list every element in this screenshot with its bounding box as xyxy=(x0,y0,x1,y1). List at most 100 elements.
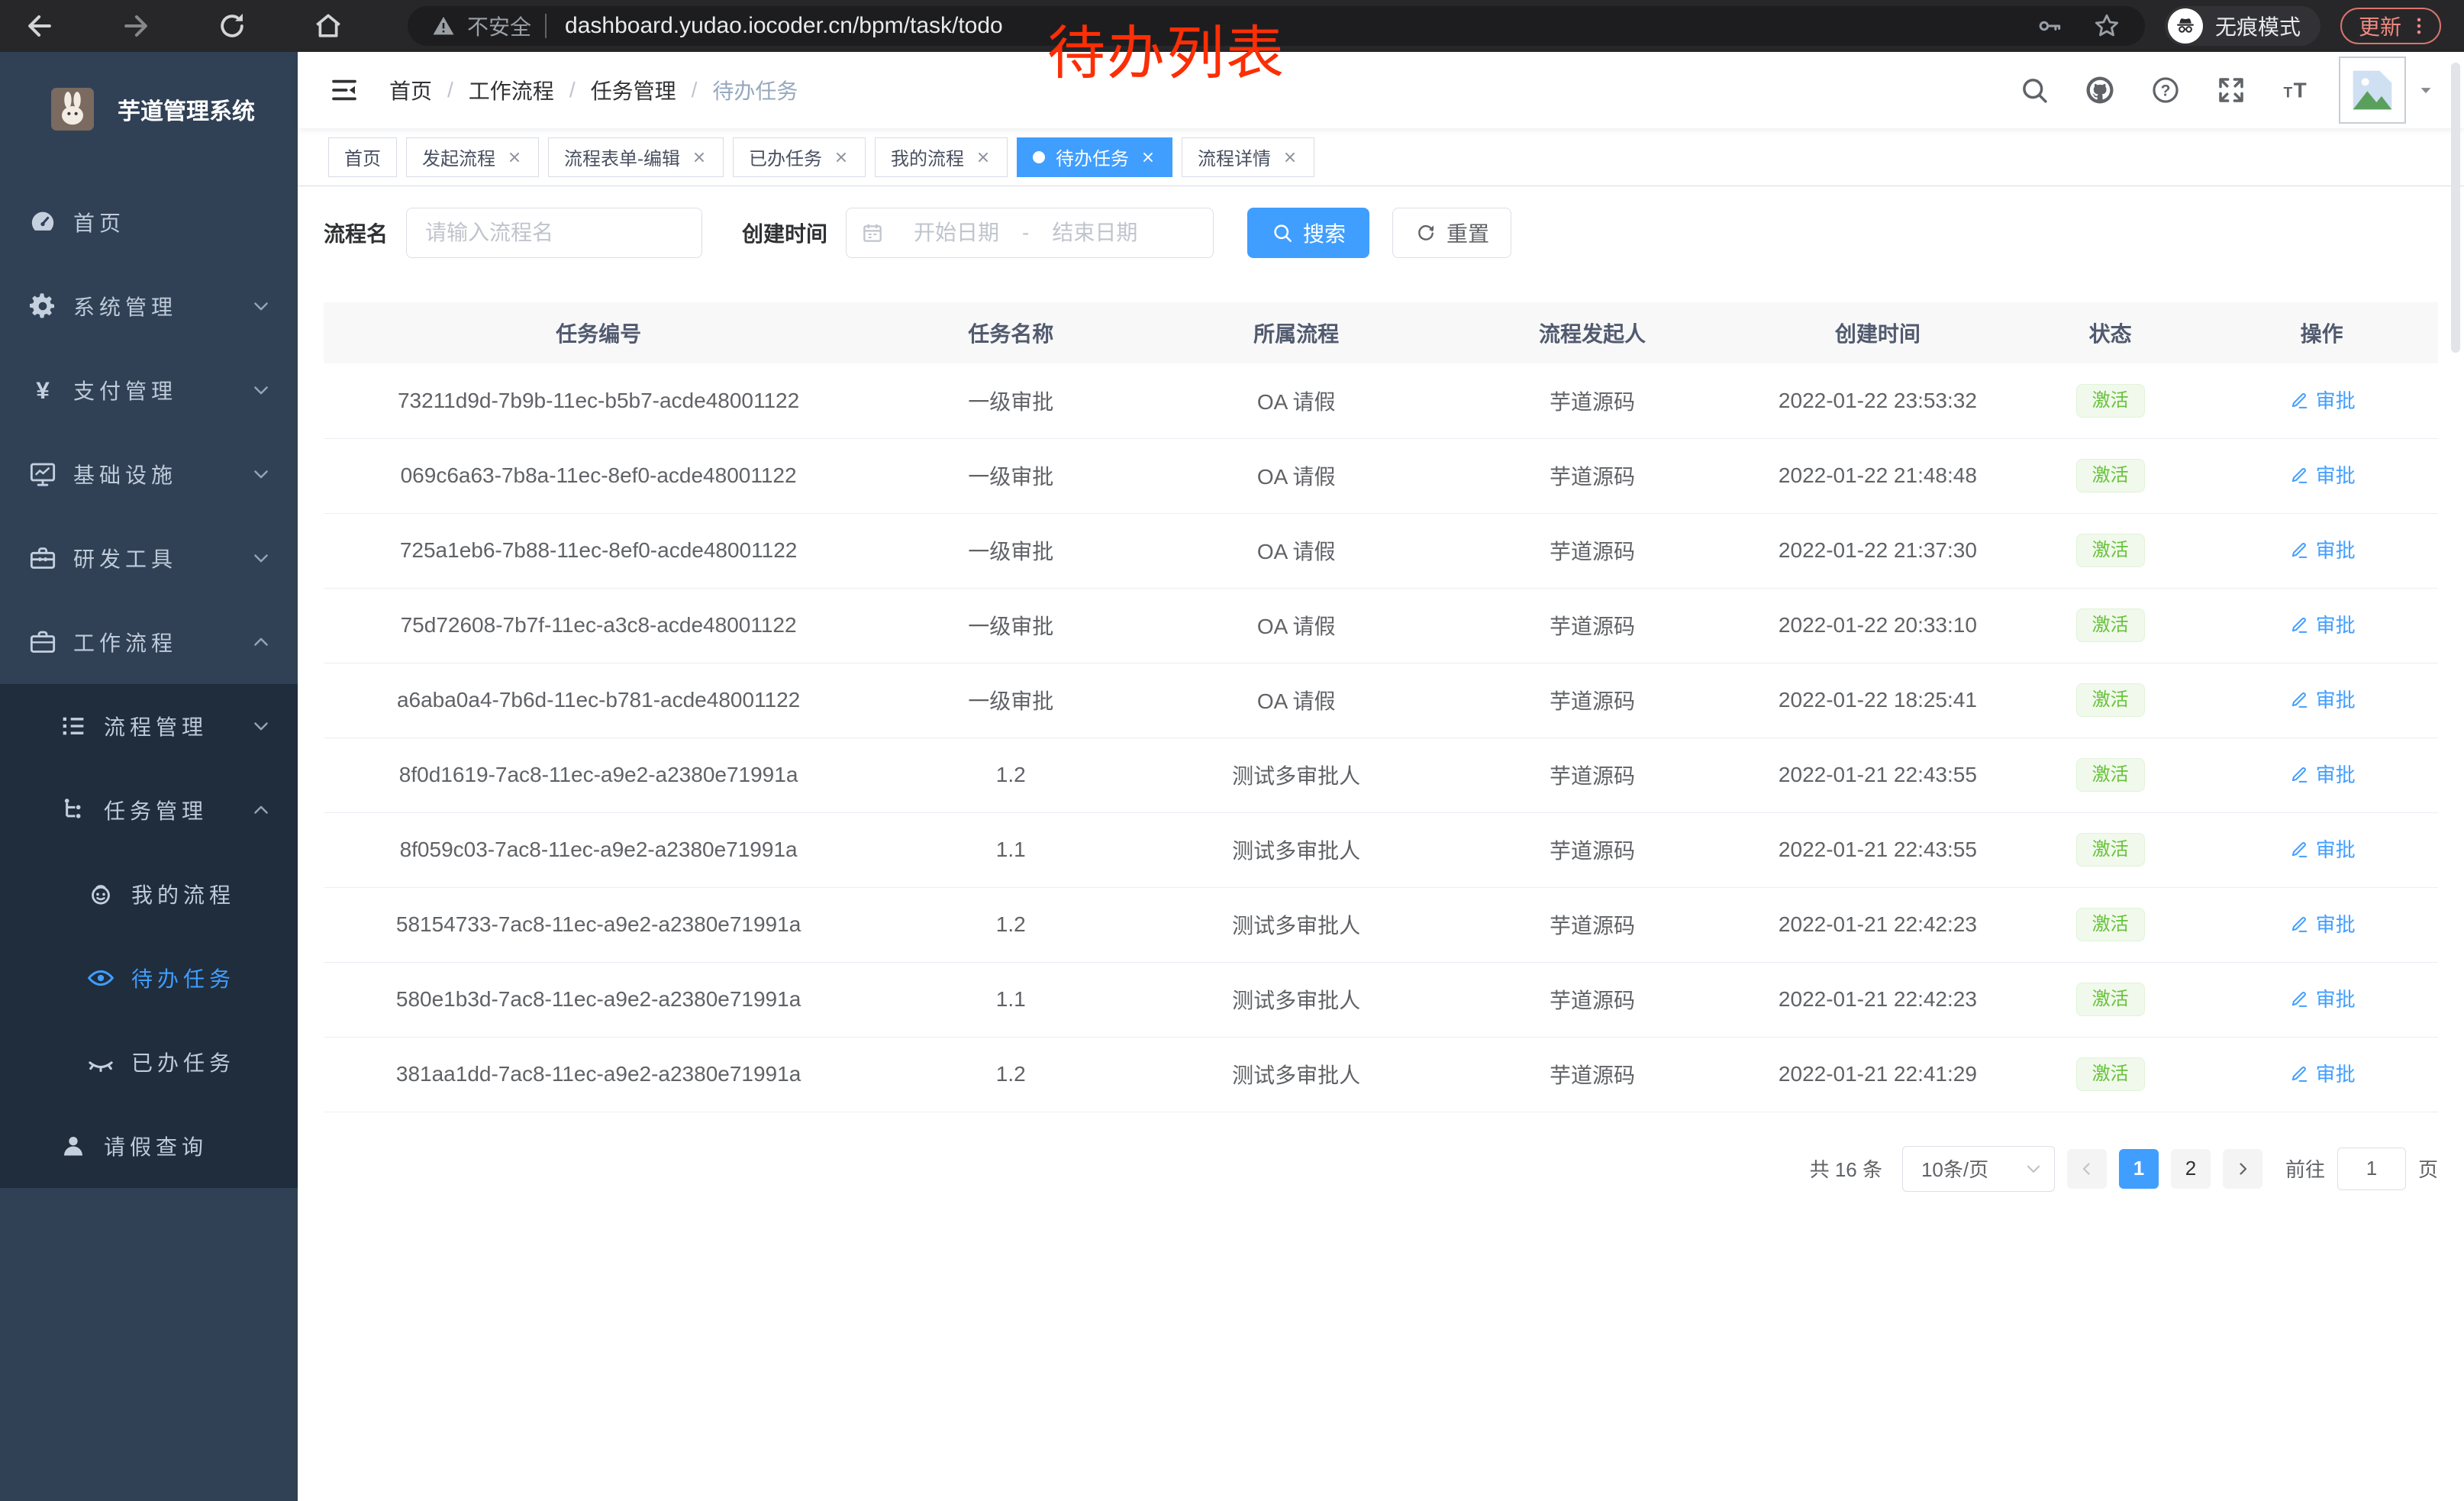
browser-back-button[interactable] xyxy=(23,9,56,43)
close-icon[interactable] xyxy=(975,149,992,166)
close-icon[interactable] xyxy=(1282,149,1298,166)
sidebar-item-label: 首页 xyxy=(73,207,125,237)
sidebar-item-home[interactable]: 首页 xyxy=(0,180,298,264)
goto-page-input[interactable] xyxy=(2337,1148,2406,1190)
table-row: 73211d9d-7b9b-11ec-b5b7-acde48001122一级审批… xyxy=(324,363,2438,438)
sidebar-item-system[interactable]: 系统管理 xyxy=(0,264,298,348)
task-name-cell: 一级审批 xyxy=(873,588,1148,663)
sidebar-item-payment[interactable]: ¥支付管理 xyxy=(0,348,298,432)
breadcrumb-separator: / xyxy=(447,78,453,102)
sidebar-item-process-mgmt[interactable]: 流程管理 xyxy=(0,684,298,768)
browser-home-button[interactable] xyxy=(311,9,345,43)
browser-forward-button[interactable] xyxy=(119,9,153,43)
approve-action-link[interactable]: 审批 xyxy=(2288,386,2356,414)
tab-process-detail[interactable]: 流程详情 xyxy=(1182,137,1314,177)
monitor-icon xyxy=(27,459,58,489)
breadcrumb-item[interactable]: 工作流程 xyxy=(469,75,554,105)
approve-action-link[interactable]: 审批 xyxy=(2288,685,2356,713)
tab-home[interactable]: 首页 xyxy=(328,137,397,177)
font-size-icon[interactable]: TT xyxy=(2281,74,2313,106)
approve-action-link[interactable]: 审批 xyxy=(2288,610,2356,638)
breadcrumb-current: 待办任务 xyxy=(712,75,798,105)
task-starter-cell: 芋道源码 xyxy=(1444,588,1740,663)
task-id-cell: 75d72608-7b7f-11ec-a3c8-acde48001122 xyxy=(324,588,873,663)
approve-action-link[interactable]: 审批 xyxy=(2288,984,2356,1012)
browser-reload-button[interactable] xyxy=(215,9,249,43)
tab-start-process[interactable]: 发起流程 xyxy=(406,137,539,177)
avatar[interactable] xyxy=(2339,56,2406,124)
task-process-cell: OA 请假 xyxy=(1148,513,1444,588)
bookmark-star-icon[interactable] xyxy=(2091,11,2122,41)
avatar-caret-down-icon[interactable] xyxy=(2415,79,2437,101)
status-cell: 激活 xyxy=(2015,663,2205,738)
close-icon[interactable] xyxy=(833,149,850,166)
approve-action-link[interactable]: 审批 xyxy=(2288,1059,2356,1087)
app-logo-row[interactable]: 芋道管理系统 xyxy=(0,52,298,166)
sidebar-item-done-task[interactable]: 已办任务 xyxy=(0,1020,298,1104)
sidebar-item-workflow[interactable]: 工作流程 xyxy=(0,600,298,684)
end-date-input[interactable] xyxy=(1034,221,1156,245)
search-icon xyxy=(1271,221,1294,244)
table-row: 58154733-7ac8-11ec-a9e2-a2380e71991a1.2测… xyxy=(324,887,2438,962)
next-page-button[interactable] xyxy=(2223,1149,2262,1189)
sidebar-item-my-process[interactable]: 我的流程 xyxy=(0,852,298,936)
browser-update-button[interactable]: 更新 xyxy=(2340,8,2441,44)
tab-form-edit[interactable]: 流程表单-编辑 xyxy=(548,137,724,177)
page-button-2[interactable]: 2 xyxy=(2171,1149,2211,1189)
fullscreen-icon[interactable] xyxy=(2215,74,2247,106)
close-icon[interactable] xyxy=(506,149,523,166)
scrollbar-thumb[interactable] xyxy=(2451,63,2460,353)
process-name-input[interactable] xyxy=(406,208,702,258)
task-starter-cell: 芋道源码 xyxy=(1444,887,1740,962)
search-button[interactable]: 搜索 xyxy=(1247,208,1369,258)
sidebar-item-label: 系统管理 xyxy=(73,291,177,321)
sidebar-item-task-mgmt[interactable]: 任务管理 xyxy=(0,768,298,852)
approve-action-link[interactable]: 审批 xyxy=(2288,535,2356,563)
goto-label: 前往 xyxy=(2285,1154,2325,1183)
sidebar-item-todo-task[interactable]: 待办任务 xyxy=(0,936,298,1020)
browser-menu-icon[interactable] xyxy=(2408,15,2430,37)
approve-action-link[interactable]: 审批 xyxy=(2288,834,2356,863)
sidebar-item-infra[interactable]: 基础设施 xyxy=(0,432,298,516)
task-process-cell: OA 请假 xyxy=(1148,663,1444,738)
toolbox-icon xyxy=(27,543,58,573)
tab-done-task[interactable]: 已办任务 xyxy=(733,137,866,177)
url-text: dashboard.yudao.iocoder.cn/bpm/task/todo xyxy=(565,13,1003,39)
sidebar-item-leave-query[interactable]: 请假查询 xyxy=(0,1104,298,1188)
close-icon[interactable] xyxy=(1140,149,1156,166)
breadcrumb-item[interactable]: 首页 xyxy=(389,75,432,105)
close-icon[interactable] xyxy=(691,149,708,166)
prev-page-button[interactable] xyxy=(2067,1149,2107,1189)
approve-action-link[interactable]: 审批 xyxy=(2288,760,2356,788)
approve-action-label: 审批 xyxy=(2316,984,2356,1012)
approve-action-link[interactable]: 审批 xyxy=(2288,909,2356,938)
status-badge: 激活 xyxy=(2076,908,2145,941)
header-search-icon[interactable] xyxy=(2018,74,2050,106)
help-icon[interactable]: ? xyxy=(2150,74,2182,106)
task-created-cell: 2022-01-22 21:48:48 xyxy=(1740,438,2015,513)
sidebar-collapse-button[interactable] xyxy=(328,74,360,106)
incognito-label: 无痕模式 xyxy=(2215,11,2301,41)
start-date-input[interactable] xyxy=(895,221,1018,245)
tab-my-process[interactable]: 我的流程 xyxy=(875,137,1008,177)
chevron-down-icon xyxy=(250,295,272,317)
breadcrumb-item[interactable]: 任务管理 xyxy=(591,75,676,105)
address-divider xyxy=(545,14,547,38)
sidebar-item-devtools[interactable]: 研发工具 xyxy=(0,516,298,600)
task-process-cell: 测试多审批人 xyxy=(1148,1037,1444,1112)
page-size-select[interactable]: 10条/页 xyxy=(1902,1146,2055,1192)
approve-action-link[interactable]: 审批 xyxy=(2288,460,2356,489)
eye-closed-icon xyxy=(85,1047,116,1077)
red-annotation: 待办列表 xyxy=(1047,6,1285,90)
pencil-icon xyxy=(2288,913,2310,934)
reset-button[interactable]: 重置 xyxy=(1392,208,1511,258)
create-time-label: 创建时间 xyxy=(742,218,827,248)
yen-icon: ¥ xyxy=(27,375,58,405)
tab-label: 流程表单-编辑 xyxy=(564,144,680,170)
tab-todo-task[interactable]: 待办任务 xyxy=(1017,137,1172,177)
password-key-icon[interactable] xyxy=(2035,11,2064,40)
task-process-cell: 测试多审批人 xyxy=(1148,738,1444,812)
github-icon[interactable] xyxy=(2084,74,2116,106)
date-range-picker[interactable]: - xyxy=(846,208,1214,258)
page-button-1[interactable]: 1 xyxy=(2119,1149,2159,1189)
